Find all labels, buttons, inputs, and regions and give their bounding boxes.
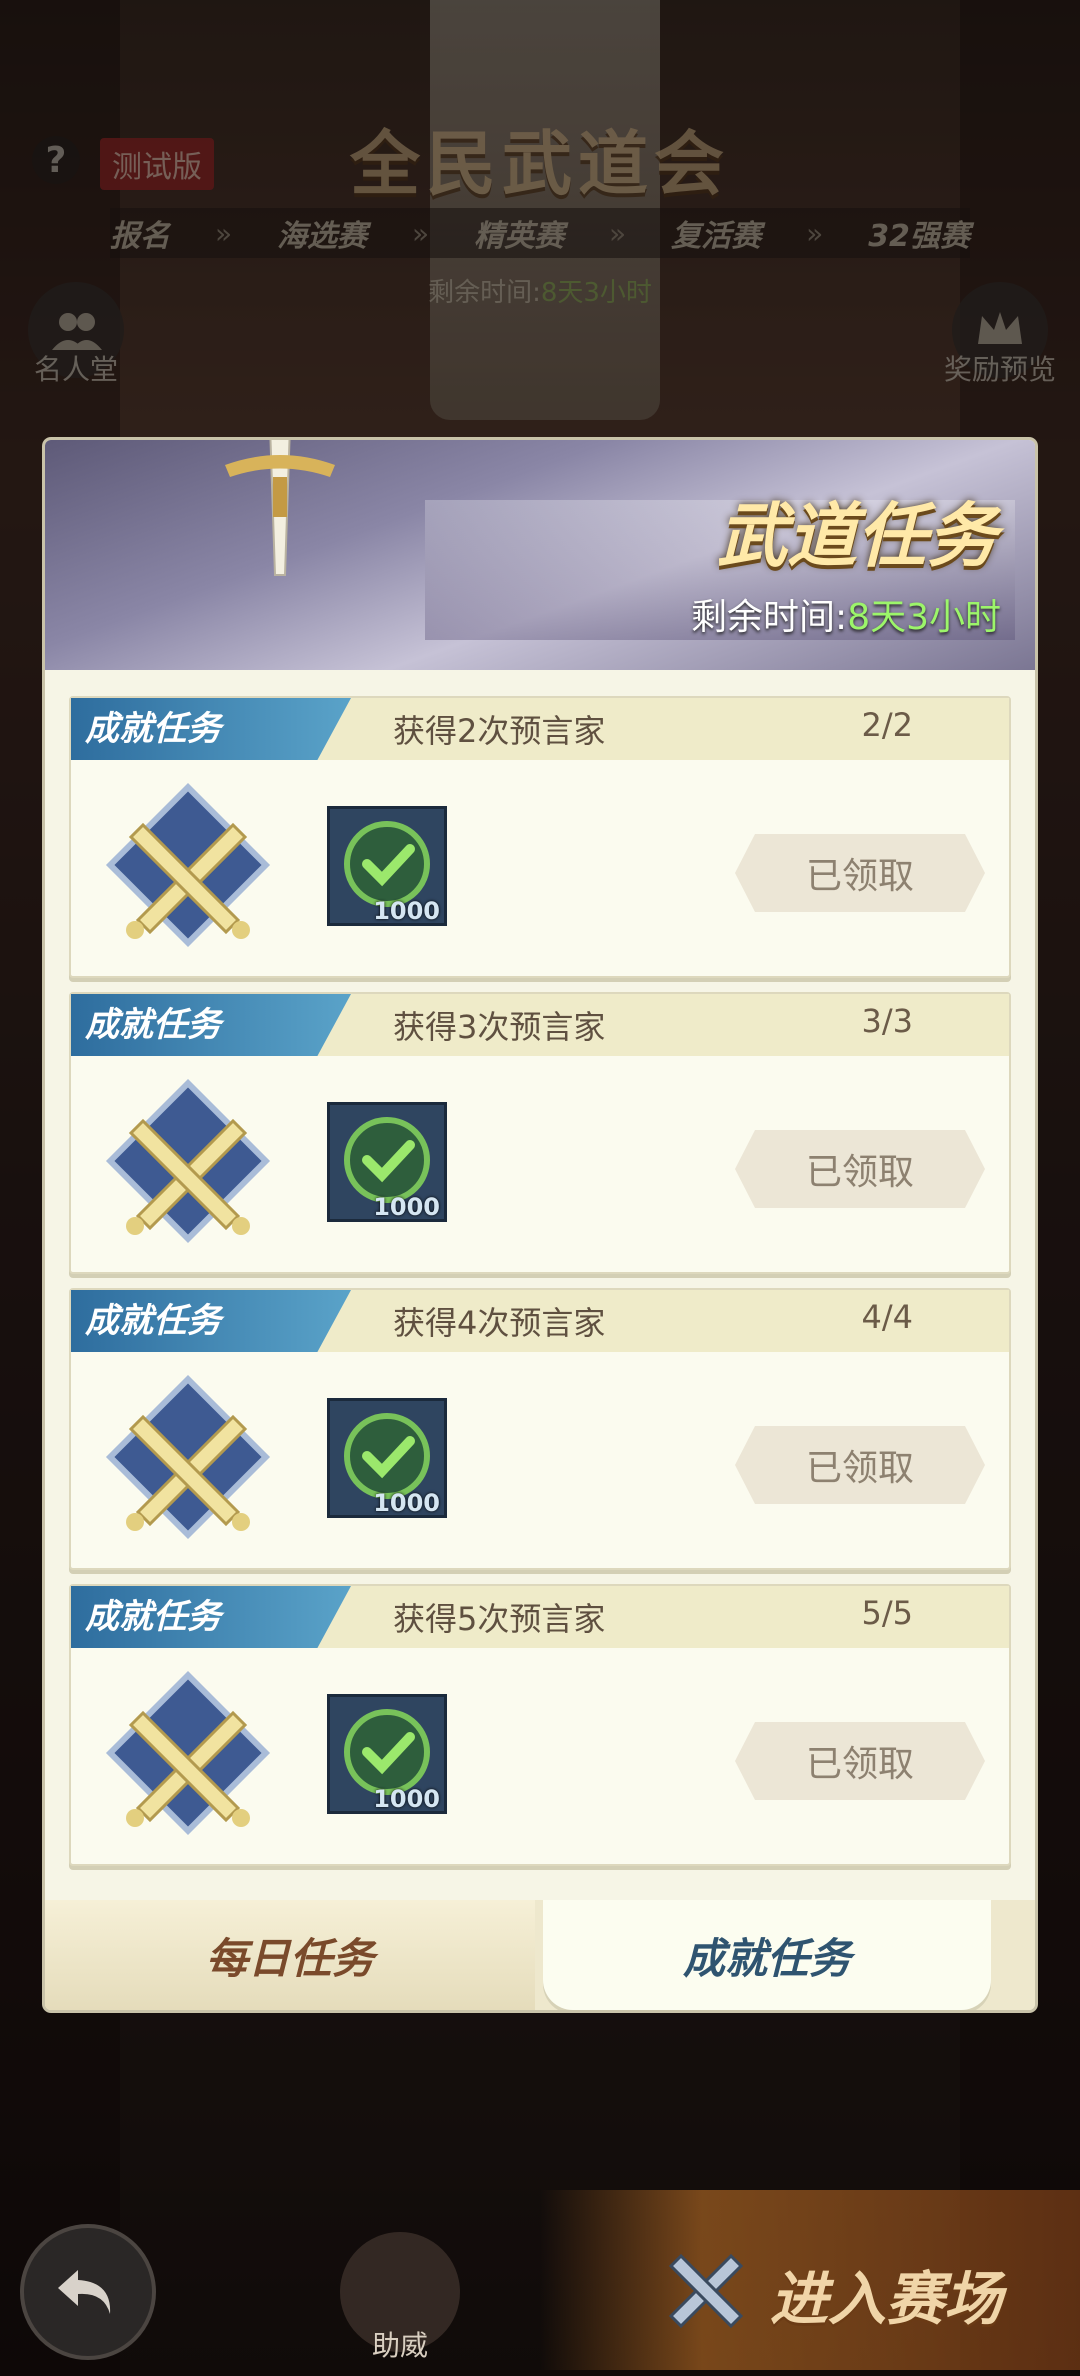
task-header: 成就任务 获得5次预言家 5/5	[71, 1586, 1009, 1648]
task-progress: 4/4	[861, 1298, 914, 1336]
reward-count: 1000	[373, 1489, 440, 1517]
reward-item[interactable]: 1000	[327, 1398, 447, 1518]
claimed-button[interactable]: 已领取	[735, 1426, 985, 1504]
task-card: 成就任务 获得4次预言家 4/4 1000 已领取	[69, 1288, 1011, 1570]
task-header: 成就任务 获得3次预言家 3/3	[71, 994, 1009, 1056]
task-tabs: 每日任务 成就任务	[45, 1900, 1035, 2010]
task-type-tag: 成就任务	[71, 1290, 351, 1352]
task-type-tag: 成就任务	[71, 1586, 351, 1648]
task-description: 获得2次预言家	[393, 712, 606, 750]
claimed-button[interactable]: 已领取	[735, 834, 985, 912]
panel-time-label: 剩余时间:	[691, 597, 848, 638]
task-card: 成就任务 获得5次预言家 5/5 1000 已领取	[69, 1584, 1011, 1866]
panel-title: 武道任务	[717, 495, 997, 577]
task-card: 成就任务 获得3次预言家 3/3 1000 已领取	[69, 992, 1011, 1274]
reward-count: 1000	[373, 1193, 440, 1221]
tab-achievement-tasks[interactable]: 成就任务	[543, 1900, 991, 2010]
task-header: 成就任务 获得2次预言家 2/2	[71, 698, 1009, 760]
panel-time-value: 8天3小时	[847, 597, 1001, 638]
task-description: 获得5次预言家	[393, 1600, 606, 1638]
back-arrow-icon	[58, 2270, 111, 2314]
panel-remaining-time: 剩余时间:8天3小时	[691, 588, 1001, 640]
task-type-tag: 成就任务	[71, 698, 351, 760]
crossed-swords-emblem-icon	[105, 1374, 271, 1540]
martial-task-panel: 武道任务 剩余时间:8天3小时 成就任务 获得2次预言家 2/2 1000 已领…	[45, 440, 1035, 2010]
reward-item[interactable]: 1000	[327, 1102, 447, 1222]
panel-header: 武道任务 剩余时间:8天3小时	[45, 440, 1035, 670]
task-progress: 2/2	[861, 706, 914, 744]
crossed-swords-emblem-icon	[105, 1078, 271, 1244]
task-description: 获得3次预言家	[393, 1008, 606, 1046]
crossed-swords-icon	[668, 2253, 744, 2329]
cheer-label: 助威	[372, 2329, 429, 2362]
task-card: 成就任务 获得2次预言家 2/2 1000 已领取	[69, 696, 1011, 978]
crossed-swords-emblem-icon	[105, 1670, 271, 1836]
claimed-button[interactable]: 已领取	[735, 1722, 985, 1800]
back-button[interactable]	[20, 2224, 156, 2360]
task-type-tag: 成就任务	[71, 994, 351, 1056]
task-progress: 5/5	[861, 1594, 914, 1632]
task-header: 成就任务 获得4次预言家 4/4	[71, 1290, 1009, 1352]
task-progress: 3/3	[861, 1002, 914, 1040]
reward-count: 1000	[373, 1785, 440, 1813]
crossed-swords-emblem-icon	[105, 782, 271, 948]
reward-item[interactable]: 1000	[327, 1694, 447, 1814]
reward-item[interactable]: 1000	[327, 806, 447, 926]
task-description: 获得4次预言家	[393, 1304, 606, 1342]
enter-arena-label: 进入赛场	[770, 2265, 1003, 2333]
sword-icon	[225, 440, 335, 576]
tab-daily-tasks[interactable]: 每日任务	[45, 1900, 535, 2010]
claimed-button[interactable]: 已领取	[735, 1130, 985, 1208]
reward-count: 1000	[373, 897, 440, 925]
